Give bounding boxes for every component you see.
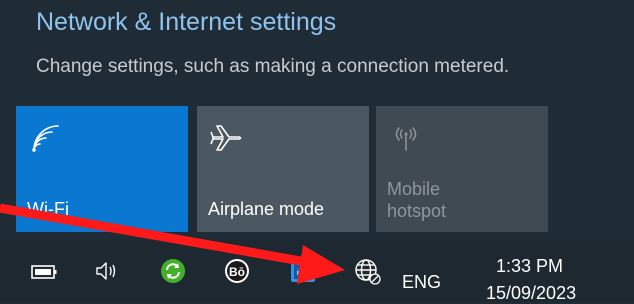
airplane-mode-tile[interactable]: Airplane mode <box>197 106 369 232</box>
clock-date[interactable]: 15/09/2023 <box>486 283 576 304</box>
mobile-hotspot-label-line1: Mobile <box>387 179 441 199</box>
network-settings-subtitle: Change settings, such as making a connec… <box>36 56 510 77</box>
beats-audio-icon[interactable]: Bō <box>222 256 252 286</box>
wifi-icon <box>32 125 59 152</box>
network-settings-link[interactable]: Network & Internet settings <box>36 8 336 37</box>
mobile-hotspot-icon <box>395 127 417 151</box>
svg-text:intel: intel <box>297 270 310 277</box>
clock-time[interactable]: 1:33 PM <box>496 256 563 277</box>
battery-icon[interactable] <box>30 256 60 286</box>
mobile-hotspot-label: Mobile hotspot <box>387 178 446 222</box>
wifi-tile[interactable]: Wi-Fi <box>16 106 188 232</box>
network-flyout: Network & Internet settings Change setti… <box>0 0 634 240</box>
network-globe-icon[interactable] <box>352 256 382 286</box>
svg-text:Bō: Bō <box>229 265 245 279</box>
mobile-hotspot-label-line2: hotspot <box>387 201 447 221</box>
airplane-mode-label: Airplane mode <box>208 199 325 219</box>
wifi-label: Wi-Fi <box>27 199 69 219</box>
intel-graphics-icon[interactable]: intel <box>288 256 318 286</box>
mobile-hotspot-tile[interactable]: Mobile hotspot <box>376 106 548 232</box>
sync-icon[interactable] <box>158 256 188 286</box>
airplane-icon <box>210 125 242 151</box>
input-language-indicator[interactable]: ENG <box>402 272 441 293</box>
volume-icon[interactable] <box>92 256 122 286</box>
